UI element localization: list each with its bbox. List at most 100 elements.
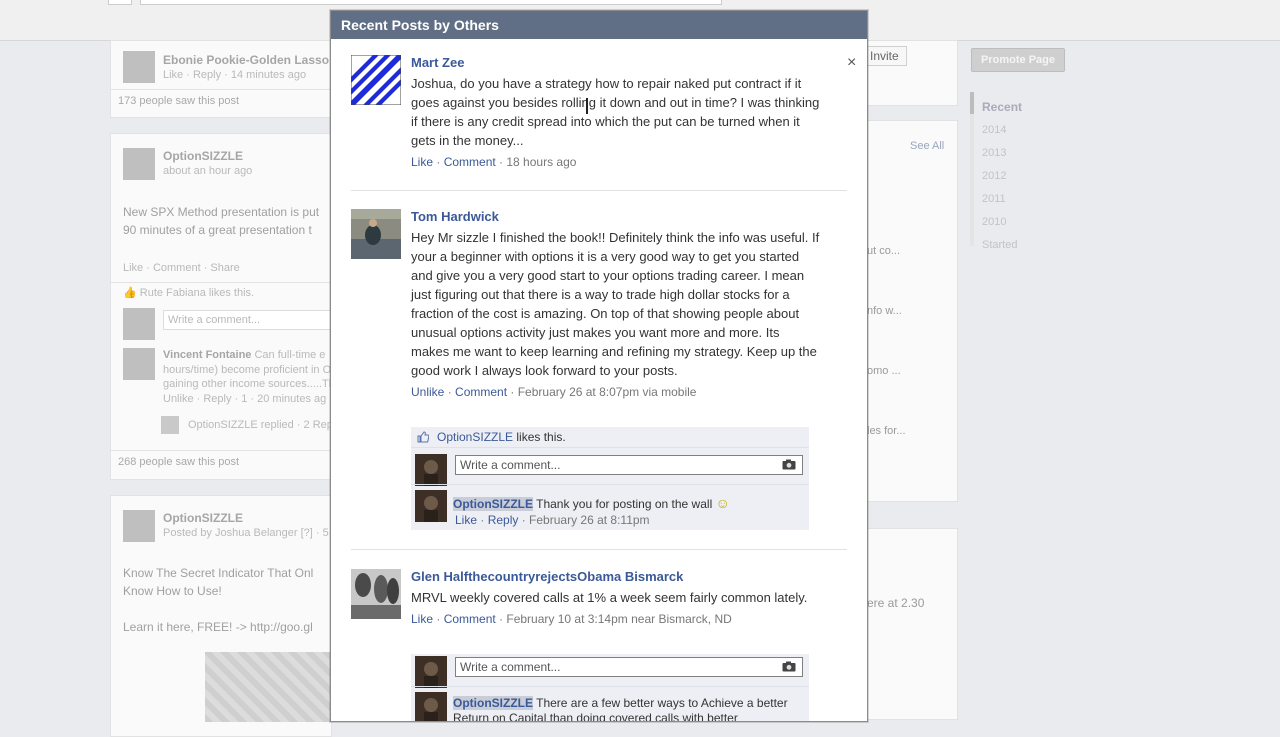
post-time[interactable]: February 26 at 8:07pm via mobile bbox=[518, 385, 697, 399]
avatar bbox=[123, 348, 155, 380]
write-comment-input[interactable]: Write a comment... bbox=[455, 657, 803, 677]
replies-link[interactable]: OptionSIZZLE replied · 2 Repl bbox=[188, 419, 335, 431]
post-text-line: Know How to Use! bbox=[123, 584, 222, 598]
comments-box: Write a comment... OptionSIZZLE There ar… bbox=[411, 654, 809, 721]
post-text: MRVL weekly covered calls at 1% a week s… bbox=[411, 590, 808, 605]
timeline-item-recent[interactable]: Recent bbox=[982, 96, 1022, 119]
reply-author[interactable]: OptionSIZZLE bbox=[453, 497, 533, 511]
commenter-name[interactable]: Ebonie Pookie-Golden Lasso C bbox=[163, 53, 341, 67]
like-icon: 👍 bbox=[123, 287, 137, 299]
reply-text: Thank you for posting on the wall bbox=[536, 497, 713, 511]
timeline-item-2012[interactable]: 2012 bbox=[982, 165, 1022, 188]
write-comment-input[interactable]: Write a comment... bbox=[163, 310, 331, 330]
post-author[interactable]: OptionSIZZLE bbox=[163, 149, 243, 163]
text-cursor-icon bbox=[586, 98, 588, 114]
posted-by: Posted by Joshua Belanger [?] · 5 bbox=[163, 527, 329, 539]
smiley-icon: ☺ bbox=[715, 495, 730, 511]
timeline-rail bbox=[970, 92, 974, 246]
comment-placeholder: Write a comment... bbox=[460, 660, 561, 674]
see-all-link[interactable]: See All bbox=[910, 140, 944, 152]
post-link[interactable]: Learn it here, FREE! -> http://goo.gl bbox=[123, 620, 313, 634]
placeholder: Write a comment... bbox=[168, 314, 261, 326]
timeline-item-2014[interactable]: 2014 bbox=[982, 119, 1022, 142]
avatar[interactable] bbox=[351, 569, 401, 619]
post-actions[interactable]: Like · Comment · Share bbox=[123, 262, 240, 274]
comment: Vincent Fontaine Can full-time e bbox=[163, 349, 325, 361]
comment-link[interactable]: Comment bbox=[444, 612, 496, 626]
comment-meta: Like · Reply · 14 minutes ago bbox=[163, 69, 307, 81]
post-time: about an hour ago bbox=[163, 165, 253, 177]
comment-placeholder: Write a comment... bbox=[460, 458, 561, 472]
comment-link[interactable]: Comment bbox=[444, 155, 496, 169]
snippet: omo ... bbox=[867, 365, 901, 377]
reply-time[interactable]: February 26 at 8:11pm bbox=[529, 513, 650, 527]
post-author[interactable]: OptionSIZZLE bbox=[163, 511, 243, 525]
likes-text: Rute Fabiana likes this. bbox=[139, 287, 255, 299]
timeline-item-2011[interactable]: 2011 bbox=[982, 188, 1022, 211]
invite-button[interactable]: Invite bbox=[867, 46, 907, 66]
divider bbox=[351, 549, 847, 550]
avatar bbox=[123, 51, 155, 83]
activity-card-2: ere at 2.30 bbox=[866, 528, 958, 720]
commenter-name[interactable]: Vincent Fontaine bbox=[163, 349, 251, 361]
promote-page-button[interactable]: Promote Page bbox=[971, 48, 1065, 72]
post-author[interactable]: Glen HalfthecountryrejectsObama Bismarck bbox=[411, 569, 821, 585]
comment-text: Can full-time e bbox=[254, 349, 326, 361]
timeline-item-2010[interactable]: 2010 bbox=[982, 211, 1022, 234]
seen-count: 268 people saw this post bbox=[118, 456, 240, 468]
reply-meta: Like · Reply · February 26 at 8:11pm bbox=[455, 513, 650, 527]
seen-count: 173 people saw this post bbox=[118, 95, 240, 107]
like-link[interactable]: Like bbox=[411, 612, 433, 626]
post-author[interactable]: Tom Hardwick bbox=[411, 209, 821, 225]
activity-card: See All ut co... nfo w... omo ... les fo… bbox=[866, 120, 958, 502]
avatar bbox=[123, 308, 155, 340]
post-text-line: Know The Secret Indicator That Onl bbox=[123, 566, 314, 580]
post-author[interactable]: Mart Zee bbox=[411, 55, 821, 71]
snippet: nfo w... bbox=[867, 305, 902, 317]
search-box[interactable] bbox=[140, 0, 722, 5]
timeline-item-2013[interactable]: 2013 bbox=[982, 142, 1022, 165]
write-comment-input[interactable]: Write a comment... bbox=[455, 455, 803, 475]
avatar bbox=[123, 510, 155, 542]
reply-author[interactable]: OptionSIZZLE bbox=[453, 696, 533, 710]
avatar[interactable] bbox=[350, 54, 402, 106]
close-icon[interactable]: × bbox=[847, 55, 856, 71]
reply-like-link[interactable]: Like bbox=[455, 513, 477, 527]
post-text-line: New SPX Method presentation is put bbox=[123, 205, 320, 219]
comment-text: hours/time) become proficient in Op bbox=[163, 364, 338, 376]
dialog-title: Recent Posts by Others bbox=[331, 11, 867, 39]
reply-reply-link[interactable]: Reply bbox=[488, 513, 519, 527]
feed-post-2: OptionSIZZLE Posted by Joshua Belanger [… bbox=[110, 495, 332, 737]
comments-box: OptionSIZZLE likes this. Write a comment… bbox=[411, 427, 809, 530]
post-image[interactable] bbox=[205, 652, 331, 722]
avatar bbox=[415, 656, 447, 688]
like-link[interactable]: Like bbox=[411, 155, 433, 169]
home-icon[interactable] bbox=[108, 0, 132, 5]
likes-row: OptionSIZZLE likes this. bbox=[411, 427, 809, 447]
post-time[interactable]: February 10 at 3:14pm near Bismarck, ND bbox=[506, 612, 731, 626]
comment-link[interactable]: Comment bbox=[455, 385, 507, 399]
feed-post-1: OptionSIZZLE about an hour ago New SPX M… bbox=[110, 133, 337, 480]
reply-comment: OptionSIZZLE Thank you for posting on th… bbox=[453, 494, 730, 513]
timeline-item-started[interactable]: Started bbox=[982, 234, 1022, 257]
post-actions: Unlike · Comment · February 26 at 8:07pm… bbox=[411, 385, 697, 399]
comment-meta[interactable]: Unlike · Reply · 1 · 20 minutes ag bbox=[163, 393, 326, 405]
avatar bbox=[123, 148, 155, 180]
invite-label: Invite bbox=[870, 49, 899, 63]
recent-posts-dialog: Recent Posts by Others × Mart Zee Joshua… bbox=[330, 10, 868, 722]
feed-post-top: Ebonie Pookie-Golden Lasso C Like · Repl… bbox=[110, 40, 341, 118]
promote-label: Promote Page bbox=[981, 54, 1055, 66]
post-item: Mart Zee Joshua, do you have a strategy … bbox=[350, 54, 846, 195]
avatar bbox=[415, 454, 447, 486]
avatar[interactable] bbox=[351, 209, 401, 259]
post-time[interactable]: 18 hours ago bbox=[506, 155, 576, 169]
camera-icon[interactable] bbox=[782, 661, 796, 672]
snippet: ere at 2.30 bbox=[867, 596, 925, 610]
camera-icon[interactable] bbox=[782, 459, 796, 470]
reply-comment: OptionSIZZLE There are a few better ways… bbox=[453, 696, 788, 721]
unlike-link[interactable]: Unlike bbox=[411, 385, 444, 399]
liker-name[interactable]: OptionSIZZLE bbox=[437, 430, 513, 444]
comment-text: gaining other income sources.....Th bbox=[163, 378, 335, 390]
avatar bbox=[415, 692, 447, 721]
avatar bbox=[161, 416, 179, 434]
